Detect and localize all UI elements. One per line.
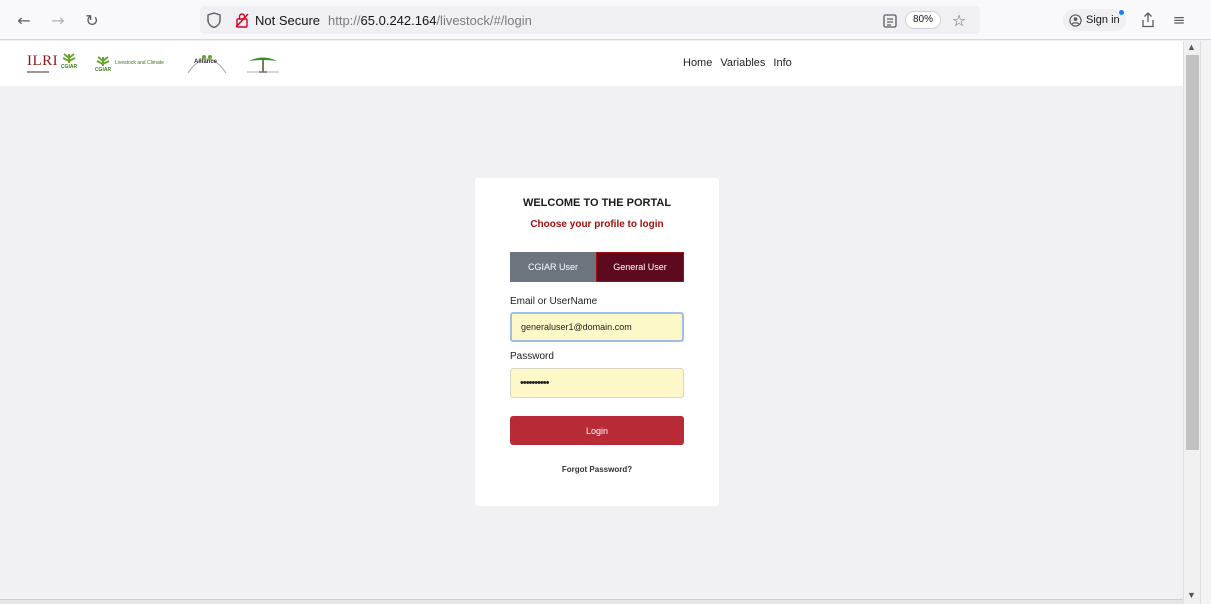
forgot-password-link[interactable]: Forgot Password? <box>475 465 719 474</box>
url-bar[interactable]: Not Secure http://65.0.242.164/livestock… <box>200 6 980 34</box>
site-header: ILRI CGIAR CGIAR Livestock and Climate A… <box>0 41 1183 86</box>
account-icon <box>1069 13 1082 27</box>
notification-dot <box>1118 10 1124 15</box>
page-scrollbar[interactable]: ▲ ▼ <box>1183 41 1200 604</box>
scroll-down-arrow-icon[interactable]: ▼ <box>1187 590 1196 600</box>
nav-home-link[interactable]: Home <box>683 57 712 69</box>
tree-icon <box>247 57 279 73</box>
email-label: Email or UserName <box>510 296 598 307</box>
alliance-logo-text: Alliance <box>194 59 218 65</box>
bottom-edge <box>0 599 1183 604</box>
nav-variables-link[interactable]: Variables <box>720 57 765 69</box>
welcome-heading: WELCOME TO THE PORTAL <box>522 197 672 209</box>
login-card: WELCOME TO THE PORTAL Choose your profil… <box>475 178 719 506</box>
back-arrow-icon[interactable]: ← <box>14 8 34 32</box>
choose-profile-subtitle: Choose your profile to login <box>530 219 664 230</box>
ilri-logo: ILRI <box>27 50 58 76</box>
savanna-tree-logo <box>245 50 281 76</box>
scroll-thumb[interactable] <box>1186 55 1199 450</box>
cgiar-logo-small: CGIAR <box>94 53 112 73</box>
livestock-climate-text: Livestock and Climate <box>115 60 164 66</box>
share-icon[interactable] <box>1139 8 1157 32</box>
forward-arrow-icon[interactable]: → <box>48 8 68 32</box>
main-nav: Home Variables Info <box>683 57 792 69</box>
not-secure-label[interactable]: Not Secure <box>255 13 320 28</box>
livestock-climate-logo: CGIAR Livestock and Climate <box>94 50 164 76</box>
menu-icon[interactable]: ≡ <box>1170 8 1188 32</box>
ilri-logo-text: ILRI <box>27 52 59 69</box>
url-text[interactable]: http://65.0.242.164/livestock/#/login <box>328 13 532 28</box>
reload-icon[interactable]: ↻ <box>82 8 102 32</box>
cgiar-logo: CGIAR <box>60 50 78 76</box>
password-label: Password <box>510 351 554 362</box>
url-scheme: http:// <box>328 13 361 28</box>
login-button[interactable]: Login <box>510 416 684 445</box>
cgiar-user-tab[interactable]: CGIAR User <box>510 252 596 282</box>
insecure-lock-icon[interactable] <box>234 8 250 32</box>
general-user-tab[interactable]: General User <box>596 252 684 282</box>
reader-view-icon[interactable] <box>882 9 898 33</box>
nav-info-link[interactable]: Info <box>773 57 791 69</box>
sign-in-label: Sign in <box>1086 14 1120 26</box>
email-field[interactable]: generaluser1@domain.com <box>510 312 684 342</box>
shield-icon[interactable] <box>206 8 222 32</box>
sign-in-button[interactable]: Sign in <box>1063 9 1126 31</box>
url-path: /livestock/#/login <box>436 13 532 28</box>
bookmark-star-icon[interactable]: ☆ <box>950 8 968 32</box>
scroll-up-arrow-icon[interactable]: ▲ <box>1187 42 1196 52</box>
password-field[interactable]: •••••••••• <box>510 368 684 398</box>
ilri-logo-underline <box>27 70 49 73</box>
zoom-level-badge[interactable]: 80% <box>905 11 942 29</box>
cgiar-logo-label: CGIAR <box>60 64 78 70</box>
page-viewport: ILRI CGIAR CGIAR Livestock and Climate A… <box>0 41 1183 604</box>
cgiar-leaf-icon <box>62 53 76 63</box>
browser-toolbar: ← → ↻ Not Secure http://65.0.242.164/liv… <box>0 0 1211 40</box>
url-host: 65.0.242.164 <box>360 13 437 28</box>
cgiar-leaf-icon-2 <box>96 56 110 66</box>
alliance-logo: Alliance <box>186 50 228 76</box>
side-panel-edge <box>1200 41 1211 604</box>
cgiar-logo-small-label: CGIAR <box>94 67 112 73</box>
